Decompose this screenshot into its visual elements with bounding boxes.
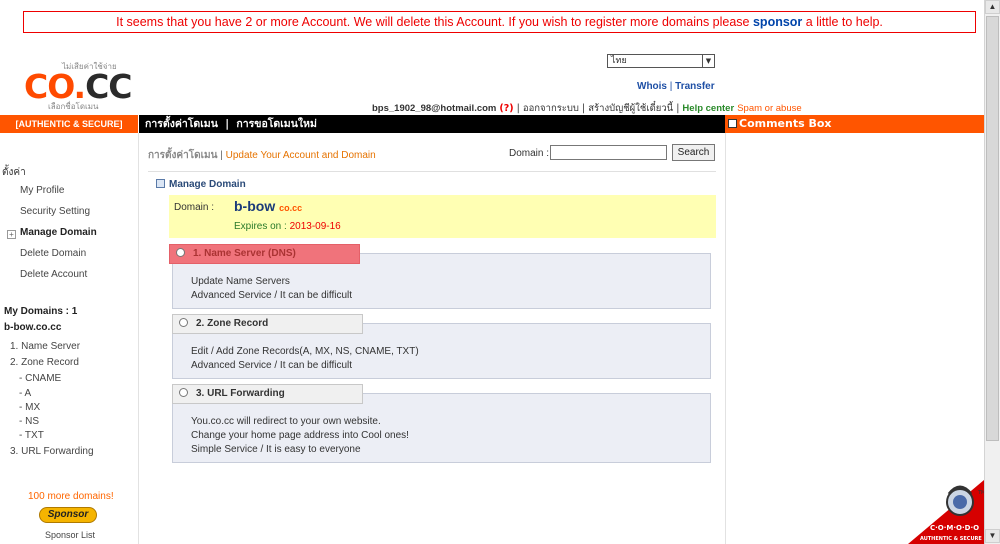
tree-mx[interactable]: - MX [19,402,40,413]
tree-ns[interactable]: - NS [19,416,39,427]
tree-zone-record[interactable]: 2. Zone Record [10,357,79,368]
comodo-tm: TM [977,490,984,496]
comodo-tagline: AUTHENTIC & SECURE [920,536,982,542]
whois-link[interactable]: Whois [637,81,667,92]
language-select[interactable]: ไทย ▼ [607,54,715,68]
service-description: Update Name Servers [191,276,290,287]
nav-separator: | [225,118,230,130]
main-nav: การตั้งค่าโดเมน | การขอโดเมนใหม่ [139,115,725,133]
new-account-link[interactable]: สร้างบัญชีผู้ใช้เดี๋ยวนี้ [588,103,673,114]
radio-icon[interactable] [179,318,188,327]
service-difficulty: Advanced Service / It can be difficult [191,360,353,371]
sidebar-item-delete-account[interactable]: Delete Account [20,269,87,280]
scroll-up-icon[interactable]: ▲ [985,0,1000,14]
service-title: 2. Zone Record [196,318,269,329]
email-help-link[interactable]: (?) [499,103,513,114]
tree-cname[interactable]: - CNAME [19,373,61,384]
service-description-2: Change your home page address into Cool … [191,430,409,441]
sponsor-list-link[interactable]: Sponsor List [45,530,95,540]
comodo-brand: C·O·M·O·D·O [930,524,979,532]
tree-name-server[interactable]: 1. Name Server [10,341,80,352]
sidebar-divider [138,133,139,544]
breadcrumb-current[interactable]: Update Your Account and Domain [226,150,376,161]
collapse-icon[interactable] [156,179,165,188]
comments-box-label: Comments Box [739,117,832,130]
service-tab-url-forwarding[interactable]: 3. URL Forwarding [172,384,363,404]
service-difficulty: Advanced Service / It can be difficult [191,290,353,301]
tree-txt[interactable]: - TXT [19,430,44,441]
manage-domain-title-text: Manage Domain [169,179,246,190]
breadcrumb-separator: | [220,150,223,161]
more-domains-promo[interactable]: 100 more domains! [28,491,114,502]
radio-icon[interactable] [179,388,188,397]
user-line-separator: | [676,103,680,114]
domain-search-input[interactable] [550,145,667,160]
language-selected-value: ไทย [611,56,627,66]
service-difficulty: Simple Service / It is easy to everyone [191,444,361,455]
authentic-secure-label: [AUTHENTIC & SECURE] [0,115,138,133]
domain-name-main: b-bow [234,198,276,214]
domain-info-box: Domain : b-bow co.cc Expires on : 2013-0… [169,195,716,238]
domain-expiry: Expires on : 2013-09-16 [234,221,341,232]
domain-name: b-bow co.cc [234,198,302,214]
service-title: 3. URL Forwarding [196,388,285,399]
warning-text: It seems that you have 2 or more Account… [116,15,753,29]
radio-icon[interactable] [176,248,185,257]
breadcrumb-root[interactable]: การตั้งค่าโดเมน [148,150,217,161]
breadcrumb: การตั้งค่าโดเมน | Update Your Account an… [148,148,376,163]
user-line-separator: | [582,103,586,114]
expires-date: 2013-09-16 [289,221,341,232]
sidebar-item-my-profile[interactable]: My Profile [20,185,64,196]
service-tab-zone-record[interactable]: 2. Zone Record [172,314,363,334]
user-email: bps_1902_98@hotmail.com [372,103,497,114]
account-warning-banner: It seems that you have 2 or more Account… [23,11,976,33]
domain-tld: co.cc [279,203,303,213]
spam-abuse-link[interactable]: Spam or abuse [737,103,801,114]
nav-new-domain[interactable]: การขอโดเมนใหม่ [236,118,317,130]
transfer-link[interactable]: Transfer [675,81,714,92]
user-line-separator: | [516,103,520,114]
chevron-down-icon[interactable]: ▼ [702,55,714,67]
warning-text-end: a little to help. [802,15,883,29]
sidebar-header: ตั้งค่า [2,167,26,178]
domain-label: Domain : [174,202,215,213]
top-links-separator: | [669,81,673,92]
logo-tagline-bottom: เลือกชื่อโดเมน [48,102,99,111]
sponsor-link[interactable]: sponsor [753,15,802,29]
help-center-link[interactable]: Help center [682,103,734,114]
search-button[interactable]: Search [672,144,715,161]
my-domains-count: My Domains : 1 [4,306,78,317]
service-tab-name-server[interactable]: 1. Name Server (DNS) [169,244,360,264]
header-divider [148,171,716,172]
comodo-seal-icon: TM C·O·M·O·D·O AUTHENTIC & SECURE [908,480,985,544]
sidebar-item-manage-domain[interactable]: Manage Domain [20,227,97,238]
comments-divider [725,133,726,544]
sidebar-domain-name[interactable]: b-bow.co.cc [4,322,61,333]
vertical-scrollbar[interactable]: ▲ ▼ [984,0,1000,544]
logout-link[interactable]: ออกจากระบบ [523,103,579,114]
service-description: Edit / Add Zone Records(A, MX, NS, CNAME… [191,346,419,357]
service-description: You.co.cc will redirect to your own webs… [191,416,381,427]
sponsor-button[interactable]: Sponsor [39,507,97,523]
service-title: 1. Name Server (DNS) [193,248,296,259]
scroll-down-icon[interactable]: ▼ [985,529,1000,543]
tree-url-forwarding[interactable]: 3. URL Forwarding [10,446,94,457]
user-info-line: bps_1902_98@hotmail.com (?) | ออกจากระบบ… [372,101,802,116]
nav-domain-settings[interactable]: การตั้งค่าโดเมน [145,118,218,130]
comodo-badge[interactable]: TM C·O·M·O·D·O AUTHENTIC & SECURE [908,470,985,544]
manage-domain-title: Manage Domain [156,179,246,190]
expires-label: Expires on : [234,221,290,232]
search-domain-label: Domain : [509,148,550,159]
top-links: Whois | Transfer [637,81,715,92]
left-sidebar: ตั้งค่า My Profile Security Setting + Ma… [0,133,138,544]
expand-plus-icon[interactable]: + [7,230,16,239]
tree-a[interactable]: - A [19,388,31,399]
scroll-thumb[interactable] [986,16,999,441]
comments-box-header[interactable]: Comments Box [725,115,984,133]
sidebar-item-security-setting[interactable]: Security Setting [20,206,90,217]
sidebar-item-delete-domain[interactable]: Delete Domain [20,248,86,259]
comments-icon [728,119,737,128]
